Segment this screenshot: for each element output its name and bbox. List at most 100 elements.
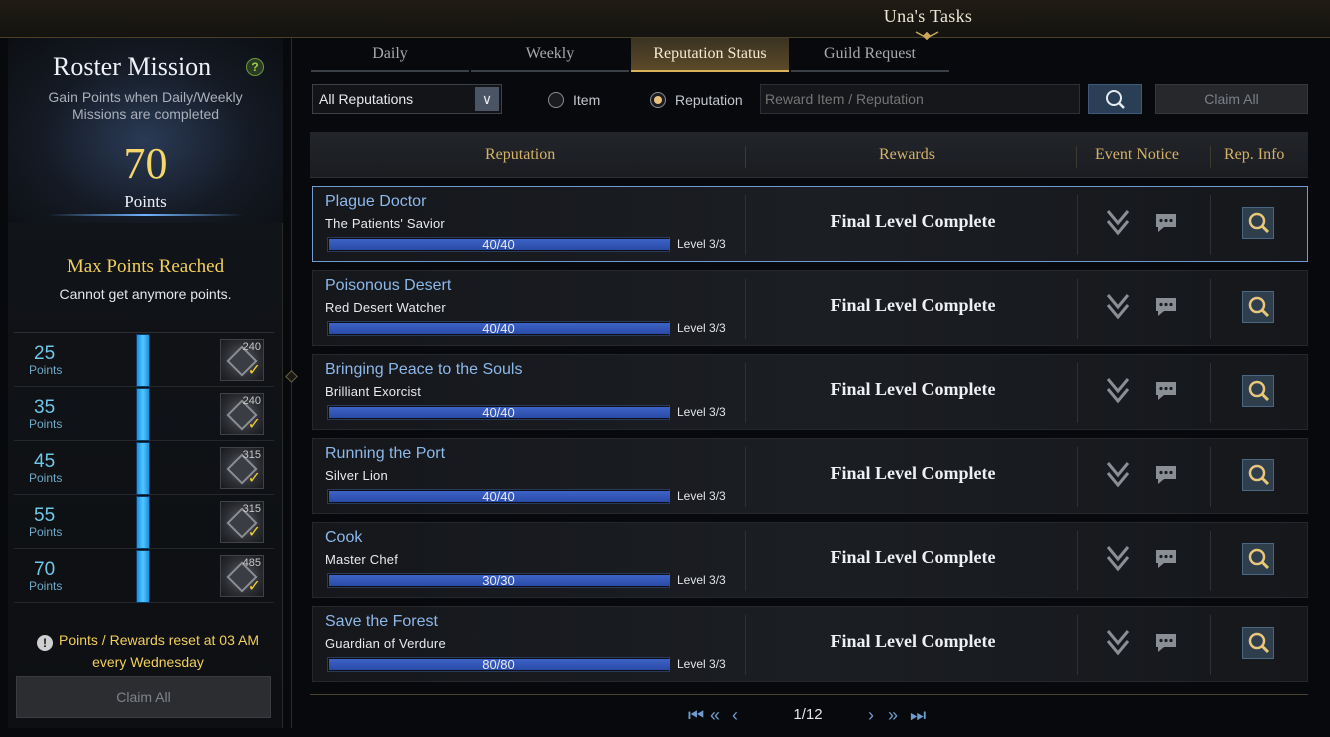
row-separator (1210, 615, 1211, 675)
reward-count: 315 (242, 449, 261, 461)
reputation-progress-bar: 80/80 (327, 657, 670, 672)
rep-info-button[interactable] (1242, 291, 1274, 323)
magnifier-icon (1248, 464, 1270, 486)
last-page-icon[interactable]: ⏭ (910, 705, 926, 726)
rewind-icon[interactable]: « (710, 705, 720, 726)
tier-reward-slot[interactable]: 485 ✓ (220, 555, 264, 597)
reputation-level: Level 3/3 (677, 237, 726, 251)
reputation-title: The Patients' Savior (325, 216, 445, 231)
chat-bubble-icon[interactable] (1153, 211, 1179, 235)
reputation-name: Running the Port (325, 445, 446, 462)
tier-points: 55 (34, 505, 56, 526)
search-button[interactable] (1088, 84, 1142, 114)
tier-progress-bar (136, 334, 150, 387)
reputation-level: Level 3/3 (677, 405, 726, 419)
chevron-double-down-icon[interactable] (1105, 543, 1131, 575)
reputation-filter-dropdown[interactable]: All Reputations ∨ (312, 84, 502, 114)
reward-count: 315 (242, 503, 261, 515)
reputation-level: Level 3/3 (677, 489, 726, 503)
claim-all-button[interactable]: Claim All (1155, 84, 1308, 114)
tier-unit: Points (29, 417, 63, 431)
row-separator (1077, 615, 1078, 675)
radio-item[interactable] (548, 92, 564, 108)
search-input[interactable] (760, 84, 1080, 114)
chat-bubble-icon[interactable] (1153, 631, 1179, 655)
progress-text: 80/80 (482, 657, 515, 672)
reputation-title: Silver Lion (325, 468, 388, 483)
rep-info-button[interactable] (1242, 627, 1274, 659)
reputation-level: Level 3/3 (677, 657, 726, 671)
reputation-name: Poisonous Desert (325, 277, 452, 294)
reputation-progress-bar: 40/40 (327, 489, 670, 504)
tab-guild-request[interactable]: Guild Request (791, 38, 949, 72)
first-page-icon[interactable]: ⏮ (688, 705, 704, 726)
tab-daily[interactable]: Daily (311, 38, 469, 72)
reputation-name: Save the Forest (325, 613, 438, 630)
table-row[interactable]: Running the Port Silver Lion 40/40 Level… (312, 438, 1308, 514)
table-row[interactable]: Plague Doctor The Patients' Savior 40/40… (312, 186, 1308, 262)
row-separator (1077, 195, 1078, 255)
reputation-name: Plague Doctor (325, 193, 427, 210)
chat-bubble-icon[interactable] (1153, 295, 1179, 319)
search-icon (1106, 90, 1125, 109)
header-separator (1076, 146, 1077, 168)
roster-mission-panel: Roster Mission ? Gain Points when Daily/… (8, 38, 283, 728)
reputation-name: Bringing Peace to the Souls (325, 361, 523, 378)
tier-points: 70 (34, 559, 56, 580)
tier-progress-bar (136, 442, 150, 495)
tier-row: 55 Points 315 ✓ (14, 495, 274, 549)
chat-bubble-icon[interactable] (1153, 379, 1179, 403)
rep-info-button[interactable] (1242, 375, 1274, 407)
reputation-progress-bar: 40/40 (327, 237, 670, 252)
tier-row: 70 Points 485 ✓ (14, 549, 274, 603)
chat-bubble-icon[interactable] (1153, 463, 1179, 487)
chevron-double-down-icon[interactable] (1105, 627, 1131, 659)
claimed-check-icon: ✓ (247, 524, 261, 541)
table-row[interactable]: Bringing Peace to the Souls Brilliant Ex… (312, 354, 1308, 430)
claimed-check-icon: ✓ (247, 362, 261, 379)
tier-progress-bar (136, 550, 150, 603)
tier-points: 35 (34, 397, 56, 418)
chevron-double-down-icon[interactable] (1105, 459, 1131, 491)
header-rep-info: Rep. Info (1224, 146, 1285, 163)
table-bottom-line (310, 694, 1308, 695)
points-value: 70 (123, 139, 168, 188)
tier-reward-slot[interactable]: 315 ✓ (220, 447, 264, 489)
points-label: Points (124, 192, 167, 211)
table-row[interactable]: Poisonous Desert Red Desert Watcher 40/4… (312, 270, 1308, 346)
tier-reward-slot[interactable]: 240 ✓ (220, 339, 264, 381)
fast-forward-icon[interactable]: » (888, 705, 898, 726)
magnifier-icon (1248, 212, 1270, 234)
chat-bubble-icon[interactable] (1153, 547, 1179, 571)
chevron-double-down-icon[interactable] (1105, 291, 1131, 323)
rep-info-button[interactable] (1242, 459, 1274, 491)
header-separator (1210, 146, 1211, 168)
reward-status: Final Level Complete (830, 379, 996, 399)
rep-info-button[interactable] (1242, 207, 1274, 239)
help-icon[interactable]: ? (246, 58, 264, 76)
chevron-double-down-icon[interactable] (1105, 375, 1131, 407)
page-indicator: 1/12 (793, 706, 823, 723)
row-separator (1210, 447, 1211, 507)
next-page-icon[interactable]: › (868, 705, 874, 726)
chevron-double-down-icon[interactable] (1105, 207, 1131, 239)
prev-page-icon[interactable]: ‹ (732, 705, 738, 726)
magnifier-icon (1248, 548, 1270, 570)
tab-weekly[interactable]: Weekly (471, 38, 629, 72)
rep-info-button[interactable] (1242, 543, 1274, 575)
reward-status: Final Level Complete (830, 211, 996, 231)
progress-text: 40/40 (482, 405, 515, 420)
radio-reputation[interactable] (650, 92, 666, 108)
tab-reputation-status[interactable]: Reputation Status (631, 38, 789, 72)
table-row[interactable]: Save the Forest Guardian of Verdure 80/8… (312, 606, 1308, 682)
progress-text: 40/40 (482, 237, 515, 252)
reputation-title: Guardian of Verdure (325, 636, 446, 651)
glow-divider (48, 214, 243, 216)
table-row[interactable]: Cook Master Chef 30/30 Level 3/3 Final L… (312, 522, 1308, 598)
claim-all-left-button[interactable]: Claim All (16, 676, 271, 718)
tier-reward-slot[interactable]: 315 ✓ (220, 501, 264, 543)
row-separator (745, 615, 746, 675)
radio-reputation-label: Reputation (675, 92, 743, 108)
tier-reward-slot[interactable]: 240 ✓ (220, 393, 264, 435)
chevron-down-icon: ∨ (475, 87, 499, 111)
